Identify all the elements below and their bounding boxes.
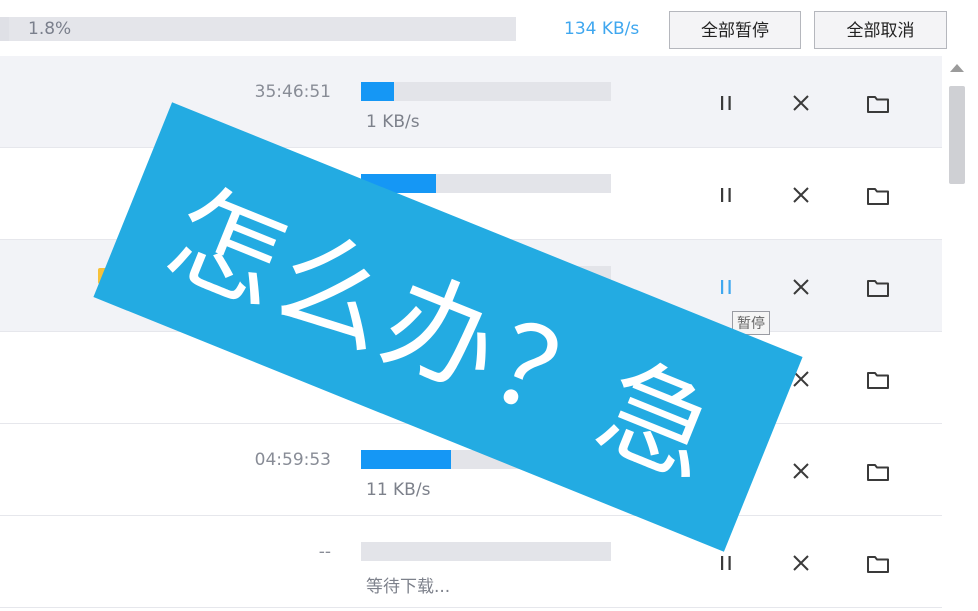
pause-all-button[interactable]: 全部暂停: [669, 11, 801, 49]
total-progress-fill: [0, 17, 10, 41]
progress-bar: [361, 82, 611, 101]
toolbar: 1.8% 134 KB/s 全部暂停 全部取消: [0, 0, 978, 56]
pause-icon[interactable]: [712, 90, 740, 118]
remaining-time: 04:59:53: [254, 450, 331, 470]
close-icon[interactable]: [787, 458, 815, 486]
total-progress-bar: [0, 17, 516, 41]
total-progress-text: 1.8%: [28, 19, 72, 39]
folder-icon[interactable]: [864, 274, 892, 302]
folder-icon[interactable]: [864, 458, 892, 486]
scroll-up-arrow[interactable]: [950, 64, 964, 72]
close-icon[interactable]: [787, 274, 815, 302]
remaining-time: --: [318, 542, 331, 562]
download-speed: 11 KB/s: [366, 480, 431, 500]
download-row[interactable]: -- 等待下载...: [0, 516, 942, 608]
progress-bar: [361, 174, 611, 193]
folder-icon[interactable]: [864, 366, 892, 394]
close-icon[interactable]: [787, 182, 815, 210]
folder-icon[interactable]: [864, 182, 892, 210]
download-row[interactable]: 35:46:51 1 KB/s: [0, 56, 942, 148]
download-speed: 1 KB/s: [366, 112, 420, 132]
progress-bar: [361, 542, 611, 561]
folder-icon[interactable]: [864, 90, 892, 118]
pause-icon[interactable]: [712, 274, 740, 302]
total-speed: 134 KB/s: [564, 19, 640, 39]
progress-fill: [361, 450, 451, 469]
scrollbar[interactable]: [942, 56, 978, 611]
pause-icon[interactable]: [712, 182, 740, 210]
close-icon[interactable]: [787, 550, 815, 578]
close-icon[interactable]: [787, 90, 815, 118]
progress-fill: [361, 82, 394, 101]
scroll-thumb[interactable]: [949, 86, 965, 184]
folder-icon[interactable]: [864, 550, 892, 578]
cancel-all-button[interactable]: 全部取消: [814, 11, 947, 49]
pause-icon[interactable]: [712, 550, 740, 578]
download-speed: 等待下载...: [366, 577, 451, 597]
remaining-time: 35:46:51: [254, 82, 331, 102]
